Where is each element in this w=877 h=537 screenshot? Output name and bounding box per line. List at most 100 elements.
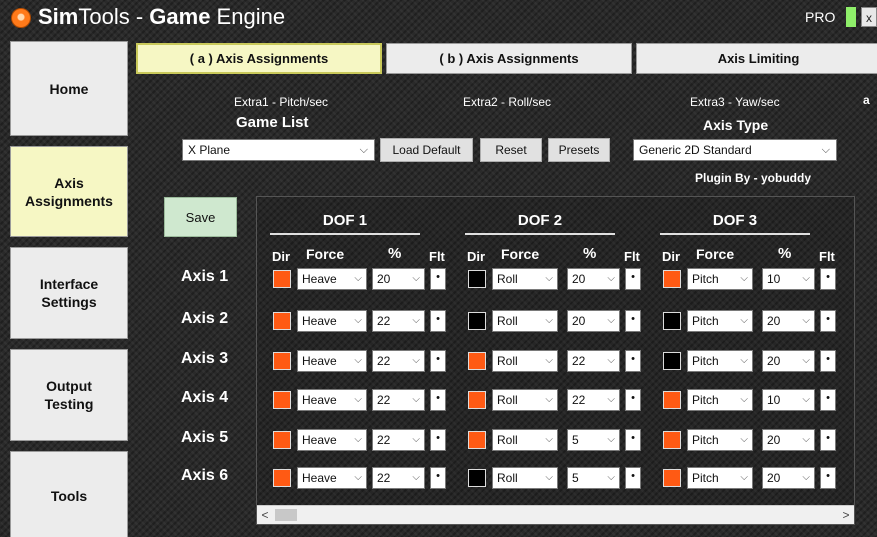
direction-checkbox[interactable] xyxy=(663,352,681,370)
force-select[interactable]: Heave ⌵ xyxy=(297,350,367,372)
percent-select[interactable]: 22 ⌵ xyxy=(372,467,425,489)
percent-select[interactable]: 5 ⌵ xyxy=(567,467,620,489)
percent-select[interactable]: 20 ⌵ xyxy=(762,350,815,372)
filter-button[interactable]: • xyxy=(820,389,836,411)
axis-type-select[interactable]: Generic 2D Standard ⌵ xyxy=(633,139,837,161)
force-select[interactable]: Pitch ⌵ xyxy=(687,268,753,290)
filter-button[interactable]: • xyxy=(820,467,836,489)
force-select[interactable]: Heave ⌵ xyxy=(297,268,367,290)
filter-button[interactable]: • xyxy=(625,310,641,332)
percent-value: 22 xyxy=(572,354,586,368)
force-select[interactable]: Pitch ⌵ xyxy=(687,389,753,411)
percent-select[interactable]: 10 ⌵ xyxy=(762,268,815,290)
filter-button[interactable]: • xyxy=(430,310,446,332)
force-select[interactable]: Pitch ⌵ xyxy=(687,429,753,451)
direction-checkbox[interactable] xyxy=(663,312,681,330)
presets-button[interactable]: Presets xyxy=(548,138,610,162)
filter-button[interactable]: • xyxy=(430,429,446,451)
filter-button[interactable]: • xyxy=(820,310,836,332)
percent-select[interactable]: 22 ⌵ xyxy=(372,429,425,451)
tab-axis-assignments-b[interactable]: ( b ) Axis Assignments xyxy=(386,43,632,74)
direction-checkbox[interactable] xyxy=(273,270,291,288)
percent-select[interactable]: 20 ⌵ xyxy=(567,268,620,290)
chevron-down-icon: ⌵ xyxy=(802,315,810,326)
tab-axis-assignments-a[interactable]: ( a ) Axis Assignments xyxy=(136,43,382,74)
force-select[interactable]: Roll ⌵ xyxy=(492,268,558,290)
filter-button[interactable]: • xyxy=(430,467,446,489)
filter-button[interactable]: • xyxy=(430,350,446,372)
force-select[interactable]: Pitch ⌵ xyxy=(687,350,753,372)
filter-button[interactable]: • xyxy=(820,350,836,372)
force-select[interactable]: Pitch ⌵ xyxy=(687,467,753,489)
filter-button[interactable]: • xyxy=(430,268,446,290)
percent-select[interactable]: 20 ⌵ xyxy=(762,310,815,332)
force-select[interactable]: Heave ⌵ xyxy=(297,389,367,411)
direction-checkbox[interactable] xyxy=(468,352,486,370)
direction-checkbox[interactable] xyxy=(663,391,681,409)
direction-checkbox[interactable] xyxy=(663,270,681,288)
app-title-brand: Sim xyxy=(38,4,79,29)
filter-button[interactable]: • xyxy=(625,467,641,489)
direction-checkbox[interactable] xyxy=(663,469,681,487)
chevron-down-icon: ⌵ xyxy=(802,434,810,445)
load-default-button[interactable]: Load Default xyxy=(380,138,473,162)
close-button[interactable]: x xyxy=(861,7,877,27)
direction-checkbox[interactable] xyxy=(468,270,486,288)
direction-checkbox[interactable] xyxy=(468,391,486,409)
column-header-dir: Dir xyxy=(272,249,291,264)
percent-select[interactable]: 20 ⌵ xyxy=(372,268,425,290)
sidebar-item-output-testing[interactable]: Output Testing xyxy=(10,349,128,441)
direction-checkbox[interactable] xyxy=(468,431,486,449)
percent-select[interactable]: 5 ⌵ xyxy=(567,429,620,451)
percent-select[interactable]: 20 ⌵ xyxy=(762,467,815,489)
tab-axis-limiting[interactable]: Axis Limiting xyxy=(636,43,877,74)
chevron-down-icon: ⌵ xyxy=(359,144,368,156)
filter-button[interactable]: • xyxy=(625,268,641,290)
percent-select[interactable]: 10 ⌵ xyxy=(762,389,815,411)
force-select[interactable]: Roll ⌵ xyxy=(492,389,558,411)
percent-select[interactable]: 22 ⌵ xyxy=(567,389,620,411)
sidebar-item-interface-settings[interactable]: Interface Settings xyxy=(10,247,128,339)
percent-select[interactable]: 22 ⌵ xyxy=(372,350,425,372)
sidebar-item-tools[interactable]: Tools xyxy=(10,451,128,537)
percent-select[interactable]: 20 ⌵ xyxy=(762,429,815,451)
game-list-select[interactable]: X Plane ⌵ xyxy=(182,139,375,161)
percent-value: 22 xyxy=(572,393,586,407)
direction-checkbox[interactable] xyxy=(468,312,486,330)
filter-button[interactable]: • xyxy=(625,429,641,451)
filter-button[interactable]: • xyxy=(820,429,836,451)
force-select[interactable]: Roll ⌵ xyxy=(492,310,558,332)
sidebar-item-axis-assignments[interactable]: Axis Assignments xyxy=(10,146,128,237)
direction-checkbox[interactable] xyxy=(273,391,291,409)
scrollbar-thumb[interactable] xyxy=(275,509,297,521)
force-select[interactable]: Heave ⌵ xyxy=(297,429,367,451)
horizontal-scrollbar[interactable]: < > xyxy=(257,505,854,524)
force-select[interactable]: Roll ⌵ xyxy=(492,350,558,372)
save-button[interactable]: Save xyxy=(164,197,237,237)
reset-button[interactable]: Reset xyxy=(480,138,542,162)
direction-checkbox[interactable] xyxy=(273,312,291,330)
filter-button[interactable]: • xyxy=(625,389,641,411)
percent-select[interactable]: 22 ⌵ xyxy=(372,310,425,332)
force-select[interactable]: Heave ⌵ xyxy=(297,467,367,489)
force-select[interactable]: Pitch ⌵ xyxy=(687,310,753,332)
direction-checkbox[interactable] xyxy=(663,431,681,449)
direction-checkbox[interactable] xyxy=(273,431,291,449)
filter-button[interactable]: • xyxy=(625,350,641,372)
force-select[interactable]: Roll ⌵ xyxy=(492,467,558,489)
sidebar-item-home[interactable]: Home xyxy=(10,41,128,136)
percent-select[interactable]: 22 ⌵ xyxy=(567,350,620,372)
direction-checkbox[interactable] xyxy=(273,352,291,370)
percent-select[interactable]: 22 ⌵ xyxy=(372,389,425,411)
filter-button[interactable]: • xyxy=(820,268,836,290)
percent-select[interactable]: 20 ⌵ xyxy=(567,310,620,332)
chevron-down-icon: ⌵ xyxy=(607,355,615,366)
filter-button[interactable]: • xyxy=(430,389,446,411)
pro-label: PRO xyxy=(805,9,836,25)
scroll-right-arrow-icon[interactable]: > xyxy=(838,506,854,524)
force-select[interactable]: Heave ⌵ xyxy=(297,310,367,332)
direction-checkbox[interactable] xyxy=(273,469,291,487)
scroll-left-arrow-icon[interactable]: < xyxy=(257,506,273,524)
force-select[interactable]: Roll ⌵ xyxy=(492,429,558,451)
direction-checkbox[interactable] xyxy=(468,469,486,487)
